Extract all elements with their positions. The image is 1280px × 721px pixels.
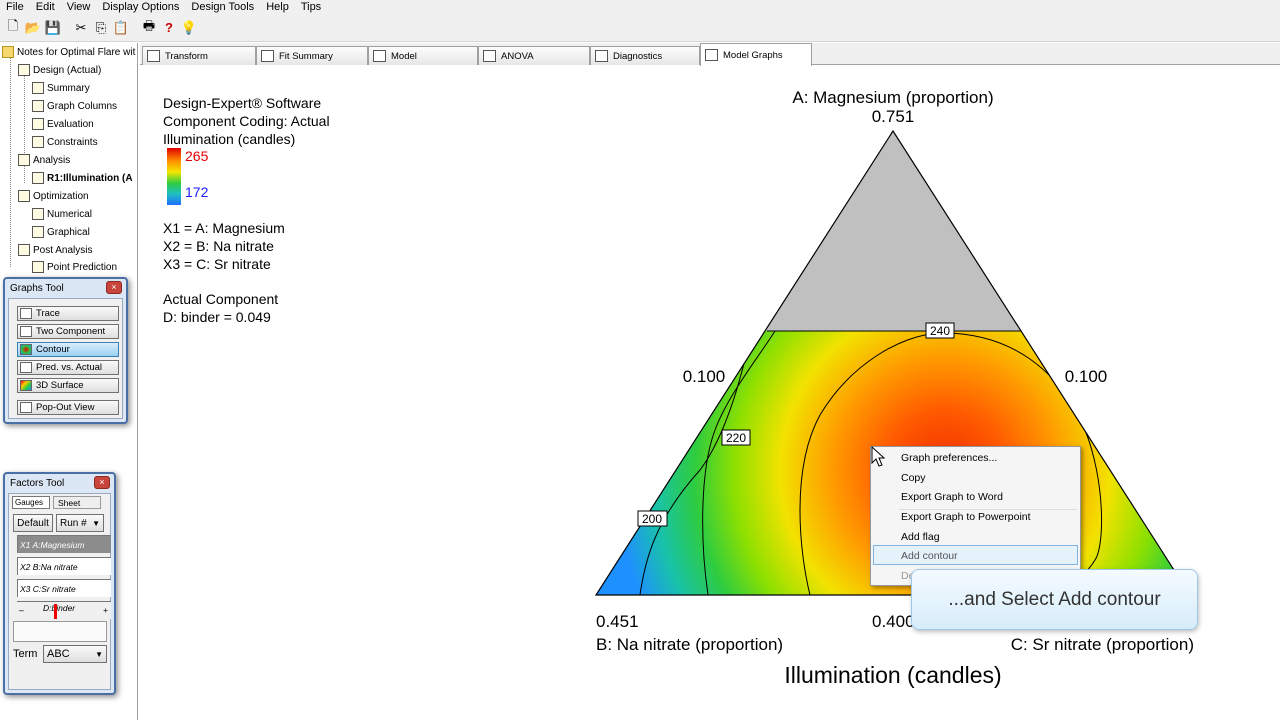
vertex-a-value: 0.751 (872, 107, 915, 126)
left-side-tick: 0.100 (683, 367, 726, 386)
right-side-tick: 0.100 (1065, 367, 1108, 386)
contour-label-200: 200 (637, 510, 668, 527)
vertex-c-label: C: Sr nitrate (proportion) (1011, 635, 1194, 654)
menu-item-add-contour[interactable]: Add contour (901, 550, 958, 562)
vertex-c-value: 0.400 (872, 612, 915, 631)
vertex-a-label: A: Magnesium (proportion) (792, 88, 993, 107)
mouse-pointer-icon (871, 446, 886, 467)
menu-item-add-flag[interactable]: Add flag (901, 531, 940, 543)
svg-text:240: 240 (930, 324, 950, 338)
menu-item-export-powerpoint[interactable]: Export Graph to Powerpoint (901, 511, 1031, 523)
vertex-b-label: B: Na nitrate (proportion) (596, 635, 783, 654)
tutorial-callout: ...and Select Add contour (911, 569, 1198, 630)
menu-item-graph-preferences[interactable]: Graph preferences... (901, 452, 997, 464)
infeasible-region (596, 131, 1190, 331)
menu-item-export-word[interactable]: Export Graph to Word (901, 491, 1003, 503)
vertex-b-value: 0.451 (596, 612, 639, 631)
contour-label-220: 220 (721, 429, 751, 446)
contour-label-240: 240 (925, 322, 955, 339)
svg-text:200: 200 (642, 512, 662, 526)
chart-title: Illumination (candles) (784, 662, 1001, 688)
menu-item-copy[interactable]: Copy (901, 472, 926, 484)
svg-text:220: 220 (726, 431, 746, 445)
context-menu: Graph preferences... Copy Export Graph t… (870, 446, 1081, 586)
